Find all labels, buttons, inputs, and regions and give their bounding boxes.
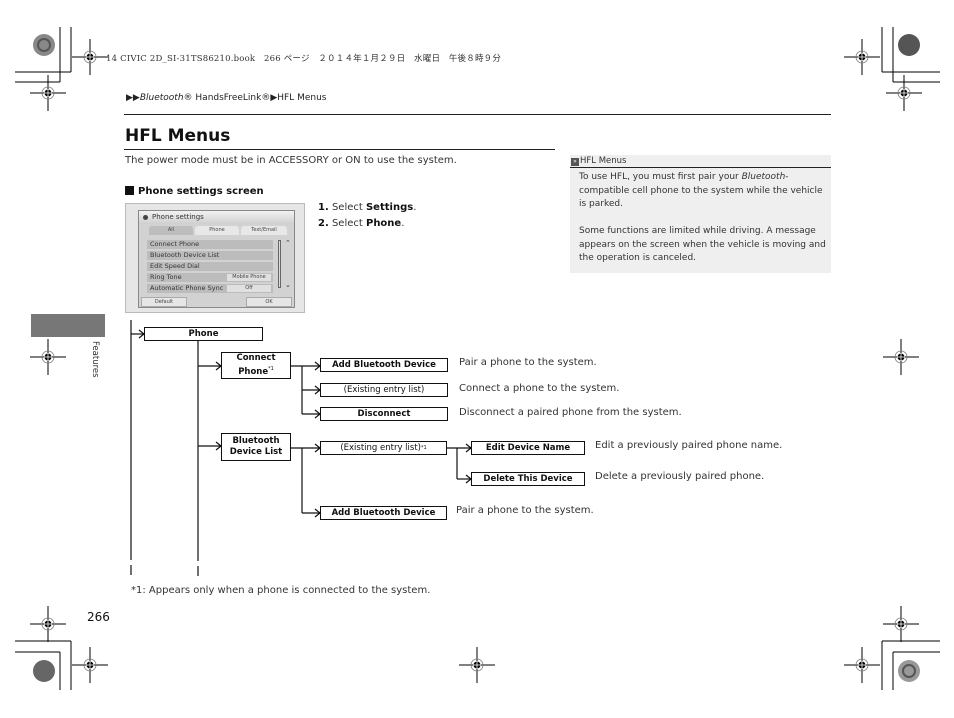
menu-node-connect-phone: Connect Phone*1 xyxy=(221,352,291,379)
page-number: 266 xyxy=(87,610,110,624)
menu-node-bluetooth-device-list: Bluetooth Device List xyxy=(221,433,291,461)
menu-desc: Pair a phone to the system. xyxy=(459,357,597,368)
menu-node-delete-this-device: Delete This Device xyxy=(471,472,585,486)
menu-desc: Edit a previously paired phone name. xyxy=(595,440,783,451)
footnote: *1: Appears only when a phone is connect… xyxy=(131,585,431,596)
menu-desc: Disconnect a paired phone from the syste… xyxy=(459,407,682,418)
menu-node-add-bluetooth-device: Add Bluetooth Device xyxy=(320,358,448,372)
menu-node-existing-entry-list-2: (Existing entry list) *1 xyxy=(320,441,447,455)
menu-node-existing-entry-list: (Existing entry list) xyxy=(320,383,448,397)
menu-desc: Pair a phone to the system. xyxy=(456,505,594,516)
menu-node-edit-device-name: Edit Device Name xyxy=(471,441,585,455)
menu-node-phone: Phone xyxy=(144,327,263,341)
menu-desc: Connect a phone to the system. xyxy=(459,383,620,394)
menu-desc: Delete a previously paired phone. xyxy=(595,471,765,482)
menu-node-disconnect: Disconnect xyxy=(320,407,448,421)
menu-node-add-bluetooth-device-2: Add Bluetooth Device xyxy=(320,506,447,520)
